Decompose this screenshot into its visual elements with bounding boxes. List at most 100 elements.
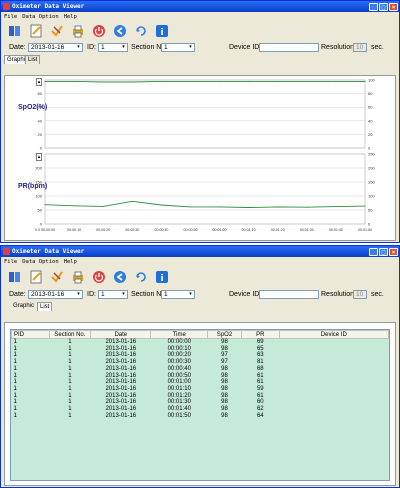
resolution-field[interactable]: 10	[353, 290, 367, 299]
cell-pid: 1	[13, 352, 17, 359]
main-window-graphic: Oximeter Data Viewer _ □ × File Data Opt…	[0, 0, 400, 243]
column-header-device-id[interactable]: Device ID	[278, 330, 389, 339]
power-icon[interactable]	[91, 270, 106, 285]
edit-icon[interactable]	[28, 270, 43, 285]
edit-icon[interactable]	[28, 24, 43, 39]
column-header-pid[interactable]: PID	[11, 330, 50, 339]
pr-axis-label: PR(bpm)	[18, 183, 48, 190]
column-header-section[interactable]: Section No.	[48, 330, 92, 339]
column-header-time[interactable]: Time	[150, 330, 209, 339]
cell-date: 2013-01-16	[105, 412, 137, 419]
id-select[interactable]: 1 ▾	[98, 43, 128, 52]
menu-help[interactable]: Help	[64, 259, 77, 265]
chevron-down-icon[interactable]: ▾	[120, 291, 127, 298]
table-row[interactable]: 1 1 2013-01-16 00:01:50 98 64	[12, 413, 389, 420]
column-header-spo2[interactable]: SpO2	[207, 330, 242, 339]
menu-data-option[interactable]: Data Option	[22, 259, 58, 265]
menu-data-option[interactable]: Data Option	[22, 14, 58, 20]
device-id-field[interactable]	[259, 43, 319, 52]
id-value: 1	[101, 291, 105, 298]
minimize-button[interactable]: _	[369, 2, 378, 11]
cell-device-id	[279, 379, 388, 386]
spo2-scale-stepper[interactable]: ▴	[36, 78, 42, 86]
minimize-button[interactable]: _	[369, 247, 378, 256]
cell-pr: 60	[256, 399, 264, 406]
column-header-pr[interactable]: PR	[240, 330, 280, 339]
table-row[interactable]: 1 1 2013-01-16 00:00:30 97 81	[12, 359, 389, 366]
table-row[interactable]: 1 1 2013-01-16 00:00:10 98 65	[12, 346, 389, 353]
section-select[interactable]: 1 ▾	[161, 290, 195, 299]
back-icon[interactable]	[112, 24, 127, 39]
cell-section: 1	[68, 385, 72, 392]
check-icon[interactable]	[49, 270, 64, 285]
cell-pid: 1	[13, 359, 17, 366]
date-picker[interactable]: 2013-01-16 ▾	[28, 43, 83, 52]
table-row[interactable]: 1 1 2013-01-16 00:01:40 98 62	[12, 406, 389, 413]
cell-pr: 68	[256, 365, 264, 372]
refresh-icon[interactable]	[133, 24, 148, 39]
info-icon[interactable]: i	[154, 270, 169, 285]
menu-bar: File Data Option Help	[1, 257, 399, 266]
chevron-down-icon[interactable]: ▾	[75, 291, 82, 298]
cell-pid: 1	[13, 379, 17, 386]
refresh-icon[interactable]	[133, 270, 148, 285]
table-row[interactable]: 1 1 2013-01-16 00:00:20 97 63	[12, 352, 389, 359]
info-icon[interactable]: i	[154, 24, 169, 39]
pr-scale-stepper[interactable]: ▴	[36, 153, 42, 161]
check-icon[interactable]	[49, 24, 64, 39]
chevron-down-icon[interactable]: ▾	[187, 291, 194, 298]
pr-data-point	[189, 206, 191, 208]
menu-file[interactable]: File	[4, 259, 17, 265]
date-picker[interactable]: 2013-01-16 ▾	[28, 290, 83, 299]
device-id-field[interactable]	[259, 290, 319, 299]
spo2-right-tick-label: 0	[368, 146, 371, 151]
id-select[interactable]: 1 ▾	[98, 290, 128, 299]
table-row[interactable]: 1 1 2013-01-16 00:00:50 98 61	[12, 373, 389, 380]
tab-list[interactable]: List	[37, 302, 53, 311]
menu-file[interactable]: File	[4, 14, 17, 20]
print-icon[interactable]	[70, 270, 85, 285]
power-icon[interactable]	[91, 24, 106, 39]
column-header-date[interactable]: Date	[90, 330, 152, 339]
cell-pid: 1	[13, 412, 17, 419]
close-button[interactable]: ×	[389, 247, 398, 256]
table-row[interactable]: 1 1 2013-01-16 00:01:00 98 61	[12, 379, 389, 386]
spo2-right-tick-label: 80	[368, 91, 373, 96]
table-row[interactable]: 1 1 2013-01-16 00:01:30 98 60	[12, 399, 389, 406]
chevron-down-icon[interactable]: ▾	[120, 44, 127, 51]
open-file-icon[interactable]	[7, 24, 22, 39]
open-file-icon[interactable]	[7, 270, 22, 285]
pr-data-point	[335, 206, 337, 208]
spo2-data-point	[306, 80, 308, 82]
menu-help[interactable]: Help	[64, 14, 77, 20]
table-row[interactable]: 1 1 2013-01-16 00:00:40 98 68	[12, 366, 389, 373]
close-button[interactable]: ×	[389, 2, 398, 11]
table-row[interactable]: 1 1 2013-01-16 00:01:20 98 61	[12, 393, 389, 400]
cell-spo2: 98	[221, 372, 228, 379]
table-row[interactable]: 1 1 2013-01-16 00:01:10 98 59	[12, 386, 389, 393]
back-icon[interactable]	[112, 270, 127, 285]
maximize-button[interactable]: □	[379, 2, 388, 11]
chevron-down-icon[interactable]: ▾	[187, 44, 194, 51]
pr-right-tick-label: 50	[368, 208, 373, 213]
print-icon[interactable]	[70, 24, 85, 39]
cell-spo2: 97	[221, 352, 228, 359]
cell-pr: 63	[256, 352, 264, 359]
spo2-right-tick-label: 60	[368, 105, 373, 110]
table-row[interactable]: 1 1 2013-01-16 00:00:00 98 69	[12, 339, 389, 346]
spo2-data-point	[102, 81, 104, 83]
resolution-field[interactable]: 10	[353, 43, 367, 52]
maximize-button[interactable]: □	[379, 247, 388, 256]
section-select[interactable]: 1 ▾	[161, 43, 195, 52]
cell-spo2: 98	[221, 392, 228, 399]
cell-time: 00:01:50	[167, 412, 191, 419]
tab-list[interactable]: List	[25, 55, 41, 64]
cell-pid: 1	[13, 392, 17, 399]
spo2-data-point	[131, 81, 133, 83]
tab-graphic[interactable]: Graphic	[11, 302, 37, 311]
cell-section: 1	[68, 352, 72, 359]
cell-pid: 1	[13, 399, 17, 406]
cell-pr: 62	[256, 406, 264, 413]
chevron-down-icon[interactable]: ▾	[75, 44, 82, 51]
app-icon	[3, 248, 10, 255]
